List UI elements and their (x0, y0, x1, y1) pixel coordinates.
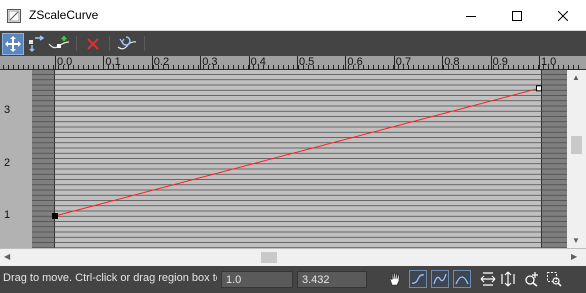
zoom-vertical-icon (501, 271, 515, 287)
move-icon (5, 36, 21, 52)
delete-point-button[interactable] (82, 33, 104, 55)
delete-point-icon (87, 38, 99, 50)
move-button[interactable] (2, 33, 24, 55)
close-icon (558, 10, 568, 21)
ruler-tick-label: 0.3 (202, 56, 218, 68)
scale-point-button[interactable] (25, 33, 47, 55)
zoom-horizontal-extents-icon (433, 273, 447, 285)
scroll-right-icon[interactable]: ▶ (571, 252, 577, 262)
scroll-left-icon[interactable]: ◀ (4, 252, 10, 262)
x-ruler: 0.0 0.1 0.2 0.3 0.4 0.5 0.6 0.7 0.8 0.9 1.0 (0, 56, 586, 70)
toolbar-separator (144, 36, 145, 51)
scroll-down-icon[interactable]: ▼ (572, 236, 580, 246)
ruler-tick-label: 0.0 (57, 56, 73, 68)
x-value-field[interactable] (221, 271, 293, 288)
curve-graph[interactable] (32, 70, 567, 248)
horizontal-scrollbar[interactable]: ◀ ▶ (0, 248, 586, 266)
status-message: Drag to move. Ctrl-click or drag region … (3, 272, 217, 284)
ruler-major-tick (345, 56, 347, 70)
zoom-horizontal-button[interactable] (479, 270, 497, 288)
maximize-button[interactable] (494, 0, 540, 31)
toolbar-separator (76, 36, 77, 51)
minimize-icon (466, 15, 476, 17)
y-axis-label: 2 (4, 156, 11, 169)
curve-toolbar (0, 31, 586, 56)
reset-curve-button[interactable] (116, 33, 138, 55)
pan-button[interactable] (386, 270, 404, 288)
curve-layer (32, 74, 567, 248)
window-title: ZScaleCurve (29, 8, 99, 22)
ruler-major-tick (200, 56, 202, 70)
ruler-tick-label: 0.6 (347, 56, 363, 68)
zoom-region-icon (547, 272, 562, 287)
scroll-up-icon[interactable]: ▲ (572, 73, 580, 83)
ruler-major-tick (490, 56, 492, 70)
zoom-button[interactable] (523, 270, 541, 288)
zoom-vertical-button[interactable] (499, 270, 517, 288)
ruler-tick-label: 0.5 (299, 56, 315, 68)
insert-point-button[interactable] (48, 33, 70, 55)
title-bar: ZScaleCurve (0, 0, 586, 31)
y-axis-label: 3 (4, 104, 11, 116)
scale-curve-line[interactable] (54, 87, 540, 217)
status-bar: Drag to move. Ctrl-click or drag region … (0, 266, 586, 293)
zoom-region-button[interactable] (545, 270, 563, 288)
maximize-icon (512, 10, 522, 21)
y-value-field[interactable] (297, 271, 367, 288)
zoom-vertical-extents-icon (455, 276, 469, 285)
reset-curve-icon (117, 36, 137, 50)
zoom-extents-icon (411, 274, 425, 284)
curve-control-point[interactable] (536, 85, 542, 92)
y-axis-label: 1 (4, 209, 11, 221)
zoom-horizontal-icon (480, 272, 496, 286)
zoom-icon (525, 272, 538, 287)
app-icon (7, 9, 21, 23)
minimize-button[interactable] (448, 0, 494, 31)
zoom-vertical-extents-button[interactable] (453, 270, 471, 288)
close-button[interactable] (540, 0, 586, 31)
vertical-scrollbar[interactable]: ▲ ▼ (567, 70, 586, 248)
insert-point-icon (48, 36, 70, 49)
horizontal-scroll-thumb[interactable] (261, 252, 277, 263)
curve-control-point[interactable] (52, 213, 58, 219)
zoom-extents-button[interactable] (409, 270, 427, 288)
ruler-major-tick (539, 56, 540, 70)
y-axis: 3 2 1 (0, 70, 32, 248)
scale-point-icon (29, 35, 45, 53)
vertical-scroll-thumb[interactable] (571, 136, 582, 154)
ruler-tick-label: 0.9 (492, 56, 508, 68)
ruler-major-tick (55, 56, 56, 70)
ruler-tick-label: 0.2 (153, 56, 170, 68)
zoom-horizontal-extents-button[interactable] (431, 270, 449, 288)
pan-icon (389, 272, 400, 286)
toolbar-separator (109, 36, 110, 51)
